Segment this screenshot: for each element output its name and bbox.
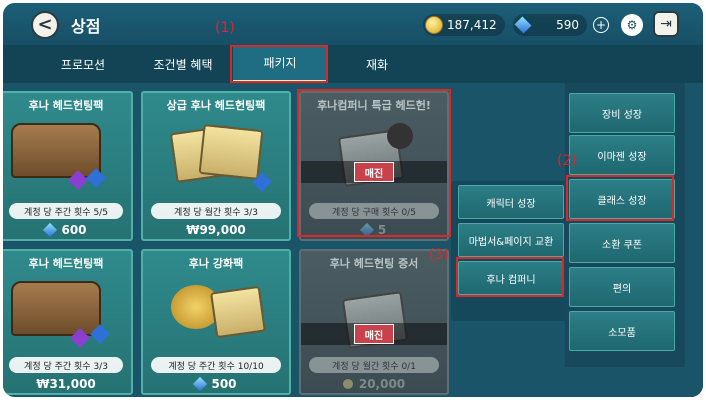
tab-label: 조건별 혜택 — [153, 57, 213, 72]
price-value: ₩31,000 — [36, 377, 96, 391]
price-value: 20,000 — [358, 377, 406, 391]
product-card[interactable]: 후나 헤드헌팅팩 계정 당 주간 횟수 3/3 ₩31,000 — [3, 249, 133, 395]
gem-icon — [514, 16, 532, 34]
exit-door-icon[interactable]: ⇥ — [653, 11, 679, 37]
product-title: 후나 헤드헌팅팩 — [28, 99, 104, 112]
back-button[interactable]: < — [31, 11, 59, 39]
gold-coin-icon — [342, 379, 353, 389]
purchase-limit: 계정 당 주간 횟수 10/10 — [151, 357, 281, 373]
menu-label: 소모품 — [608, 327, 636, 339]
purchase-limit: 계정 당 주간 횟수 3/3 — [9, 357, 123, 373]
shop-window: < 상점 187,412 590 + ⚙ ⇥ 프로모션 조건별 혜택 패키지 재… — [3, 3, 703, 397]
gem-icon — [193, 376, 208, 392]
shop-tabs: 프로모션 조건별 혜택 패키지 재화 — [3, 45, 703, 83]
tab-conditional-benefits[interactable]: 조건별 혜택 — [133, 45, 233, 83]
menu-label: 편의 — [612, 283, 632, 295]
sidebar-item-imagen-growth[interactable]: 이마젠 성장 — [569, 135, 675, 175]
annotation-box-1 — [230, 45, 328, 83]
tab-label: 재화 — [365, 57, 389, 72]
menu-label: 장비 성장 — [602, 109, 642, 121]
menu-character-growth[interactable]: 캐릭터 성장 — [458, 185, 564, 219]
sold-out-badge: 매진 — [354, 324, 394, 344]
gem-icon — [43, 222, 58, 238]
annotation-box-3 — [456, 257, 564, 297]
price: 600 — [3, 221, 131, 239]
sidebar-item-consumables[interactable]: 소모품 — [569, 311, 675, 351]
price-value: 500 — [211, 377, 237, 391]
page-title: 상점 — [71, 17, 101, 36]
gem-amount: 590 — [556, 18, 579, 32]
product-card-sold-out[interactable]: 후나 헤드헌팅 증서 매진 계정 당 월간 횟수 0/1 20,000 — [299, 249, 449, 395]
tab-label: 프로모션 — [60, 57, 106, 72]
settings-icon[interactable]: ⚙ — [621, 14, 643, 36]
gem-display: 590 + — [513, 14, 609, 36]
price: 500 — [143, 375, 289, 393]
product-title: 후나 헤드헌팅팩 — [28, 257, 104, 270]
product-title: 후나 헤드헌팅 증서 — [329, 257, 419, 270]
product-title: 후나 강화팩 — [188, 257, 244, 270]
top-bar: < 상점 187,412 590 + ⚙ ⇥ — [3, 3, 703, 45]
chest-icon — [11, 281, 101, 336]
tab-currency[interactable]: 재화 — [327, 45, 427, 83]
gem-pill: 590 — [513, 14, 587, 36]
price: 20,000 — [301, 375, 447, 393]
purchase-limit: 계정 당 월간 횟수 3/3 — [151, 203, 281, 219]
sidebar-item-equipment-growth[interactable]: 장비 성장 — [569, 93, 675, 133]
price: ₩31,000 — [3, 375, 131, 393]
menu-grimoire-exchange[interactable]: 마법서&페이지 교환 — [458, 223, 564, 257]
menu-label: 이마젠 성장 — [597, 151, 647, 163]
purchase-limit: 계정 당 주간 횟수 5/5 — [9, 203, 123, 219]
menu-label: 소환 쿠폰 — [602, 239, 642, 251]
sidebar-item-summon-coupon[interactable]: 소환 쿠폰 — [569, 223, 675, 263]
product-card[interactable]: 후나 헤드헌팅팩 계정 당 주간 횟수 5/5 600 — [3, 91, 133, 241]
add-gems-button[interactable]: + — [593, 17, 609, 33]
gold-pill: 187,412 — [423, 14, 505, 36]
menu-label: 마법서&페이지 교환 — [468, 236, 554, 248]
sidebar-item-convenience[interactable]: 편의 — [569, 267, 675, 307]
menu-label: 캐릭터 성장 — [486, 198, 536, 210]
annotation-box-2 — [566, 175, 674, 221]
card-pack-icon — [210, 285, 266, 339]
annotation-label-3: (3) — [429, 247, 449, 263]
purchase-limit: 계정 당 월간 횟수 0/1 — [309, 357, 439, 373]
tab-promotion[interactable]: 프로모션 — [33, 45, 133, 83]
card-pack-icon — [198, 124, 264, 180]
chest-icon — [11, 123, 101, 178]
gold-amount: 187,412 — [447, 18, 497, 32]
price-value: ₩99,000 — [186, 223, 246, 237]
product-title: 상급 후나 헤드헌팅팩 — [166, 99, 266, 112]
annotation-label-1: (1) — [215, 20, 235, 36]
annotation-box-product — [297, 89, 451, 237]
back-arrow-icon: < — [37, 14, 53, 35]
annotation-label-2: (2) — [557, 153, 577, 169]
gold-coin-icon — [425, 16, 443, 34]
price-value: 600 — [61, 223, 87, 237]
product-card[interactable]: 상급 후나 헤드헌팅팩 계정 당 월간 횟수 3/3 ₩99,000 — [141, 91, 291, 241]
product-card[interactable]: 후나 강화팩 계정 당 주간 횟수 10/10 500 — [141, 249, 291, 395]
price: ₩99,000 — [143, 221, 289, 239]
gold-display: 187,412 — [423, 14, 505, 36]
